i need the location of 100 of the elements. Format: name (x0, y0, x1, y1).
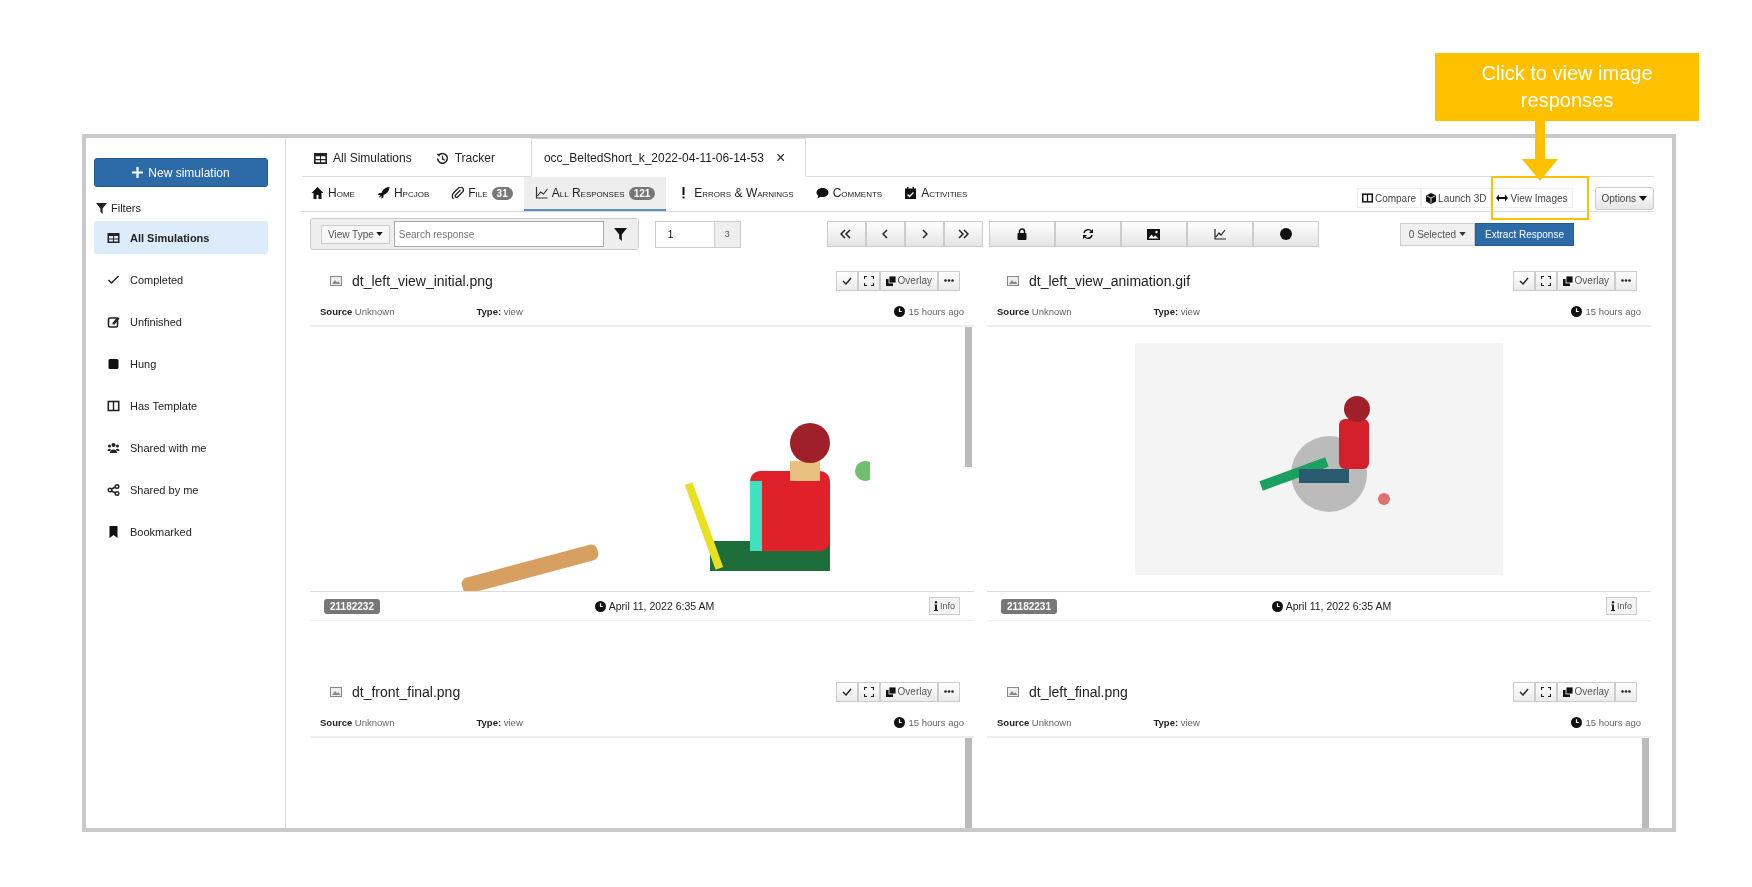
users-icon (107, 441, 120, 454)
nav-tab[interactable]: Comments (804, 177, 894, 211)
search-field[interactable]: Search response (393, 221, 604, 247)
edit-icon (107, 315, 120, 328)
info-icon (934, 601, 938, 611)
more-icon (944, 690, 954, 693)
clock-icon (1570, 716, 1582, 728)
close-icon[interactable]: × (775, 148, 786, 167)
columns-icon (107, 399, 120, 412)
more-icon (1621, 690, 1631, 693)
record-button[interactable] (1252, 221, 1319, 247)
more-button[interactable] (1615, 270, 1637, 291)
sidebar-item[interactable]: Has Template (94, 389, 268, 422)
chart-icon (534, 187, 548, 199)
sidebar-item[interactable]: Completed (94, 263, 268, 296)
caret-icon (1639, 195, 1647, 201)
more-button[interactable] (1615, 681, 1637, 702)
overlay-button[interactable]: Overlay (1556, 681, 1615, 702)
sidebar-item[interactable]: All Simulations (94, 221, 268, 254)
info-button[interactable]: Info (1606, 597, 1637, 615)
tab[interactable]: occ_BeltedShort_k_2022-04-11-06-14-53 × (530, 138, 807, 177)
image-button[interactable] (1120, 221, 1187, 247)
options-dropdown[interactable]: Options (1594, 186, 1654, 210)
overlay-button[interactable]: Overlay (879, 681, 938, 702)
type-text: Type: view (1153, 716, 1200, 728)
extract-response-button[interactable]: Extract Response (1475, 222, 1574, 246)
nav-tab[interactable]: Home (300, 177, 366, 211)
overlay-button[interactable]: Overlay (879, 270, 938, 291)
fullscreen-button[interactable] (1534, 270, 1557, 291)
source-text: Source Unknown (997, 716, 1072, 728)
new-simulation-button[interactable]: New simulation (94, 158, 268, 187)
fullscreen-button[interactable] (857, 681, 880, 702)
last-page-button[interactable] (943, 221, 983, 247)
previous-page-button[interactable] (865, 221, 905, 247)
toolbar-button[interactable]: Launch 3D (1421, 188, 1492, 208)
overlay-button[interactable]: Overlay (1556, 270, 1615, 291)
fullscreen-button[interactable] (857, 270, 880, 291)
circle-icon (1279, 228, 1292, 240)
file-name: dt_left_final.png (1029, 683, 1128, 700)
page-field[interactable]: 1 (654, 220, 715, 248)
clock-icon (594, 600, 606, 612)
nav-tab[interactable]: Errors & Warnings (666, 177, 805, 211)
filter-icon (96, 202, 107, 214)
filter-icon (614, 227, 628, 241)
nav-tab[interactable]: All Responses 121 (523, 177, 667, 211)
sidebar-item[interactable]: Shared by me (94, 473, 268, 506)
plus-icon (132, 167, 144, 178)
calendar-icon (904, 187, 918, 199)
more-button[interactable] (938, 681, 960, 702)
source-text: Source Unknown (997, 305, 1072, 317)
check-button[interactable] (835, 681, 858, 702)
info-button[interactable]: Info (929, 597, 960, 615)
grid-icon (314, 152, 327, 164)
toolbar-button[interactable]: Compare (1356, 188, 1422, 208)
image-icon (1007, 686, 1019, 697)
check-icon (1518, 687, 1529, 696)
refresh-button[interactable] (1054, 221, 1121, 247)
tab[interactable]: Tracker (423, 140, 507, 176)
time-text: 15 hours ago (908, 305, 964, 317)
fullscreen-icon (1540, 275, 1551, 286)
chart-button[interactable] (1186, 221, 1253, 247)
filters-label: Filters (111, 202, 141, 214)
file-name: dt_left_view_initial.png (352, 272, 493, 289)
home-icon (311, 187, 324, 199)
toolbar-button[interactable]: View Images (1491, 188, 1573, 208)
sidebar-item[interactable]: Unfinished (94, 305, 268, 338)
nav-tab[interactable]: Hpcjob (365, 177, 441, 211)
count-badge: 31 (491, 186, 513, 200)
nav-tab[interactable]: Activities (893, 177, 979, 211)
check-icon (107, 273, 120, 286)
view-type-dropdown[interactable]: View Type (321, 224, 390, 244)
caret-icon (1459, 232, 1467, 236)
clock-icon (893, 305, 905, 317)
double-chevron-left-icon (840, 229, 853, 239)
copy-icon (885, 275, 896, 286)
sidebar-item[interactable]: Shared with me (94, 431, 268, 464)
sidebar-item[interactable]: Hung (94, 347, 268, 380)
check-button[interactable] (1512, 681, 1535, 702)
more-button[interactable] (938, 270, 960, 291)
check-icon (841, 276, 852, 285)
next-page-button[interactable] (904, 221, 944, 247)
page-count: 3 (714, 220, 741, 248)
first-page-button[interactable] (826, 221, 866, 247)
check-icon (1518, 276, 1529, 285)
rocket-icon (376, 187, 390, 199)
file-name: dt_front_final.png (352, 683, 461, 700)
comment-icon (815, 187, 829, 199)
source-text: Source Unknown (320, 716, 395, 728)
check-button[interactable] (1512, 270, 1535, 291)
check-button[interactable] (835, 270, 858, 291)
scrollbar[interactable] (965, 327, 972, 467)
clock-icon (893, 716, 905, 728)
sidebar-item[interactable]: Bookmarked (94, 515, 268, 548)
tab[interactable]: All Simulations (302, 140, 424, 176)
callout-note: Click to view image responses (1435, 53, 1699, 121)
fullscreen-button[interactable] (1534, 681, 1557, 702)
selected-dropdown[interactable]: 0 Selected (1399, 222, 1476, 246)
time-text: 15 hours ago (908, 716, 964, 728)
lock-button[interactable] (988, 221, 1055, 247)
nav-tab[interactable]: File 31 (440, 177, 524, 211)
